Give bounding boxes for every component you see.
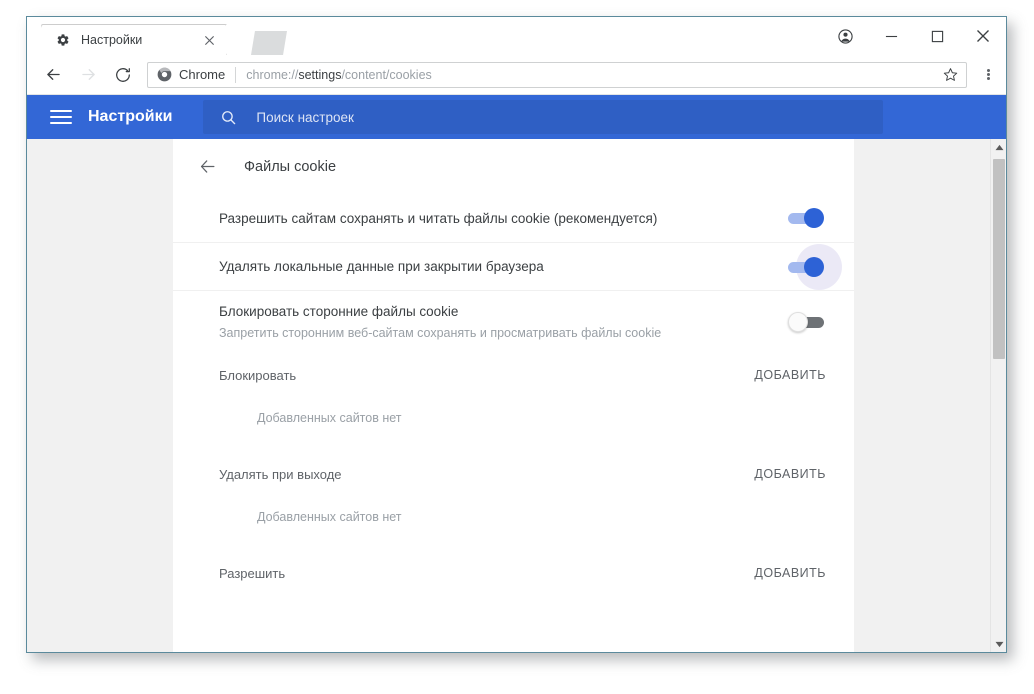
- search-icon: [219, 108, 238, 127]
- scrollbar-up-arrow[interactable]: [991, 139, 1006, 156]
- exception-title: Разрешить: [219, 565, 286, 581]
- back-button[interactable]: [38, 60, 68, 90]
- omnibox-url-text: chrome://settings/content/cookies: [246, 68, 939, 82]
- scrollbar-thumb[interactable]: [993, 159, 1005, 359]
- content-scrollbar[interactable]: [990, 139, 1006, 652]
- toggle-knob: [788, 311, 808, 332]
- back-arrow-icon[interactable]: [195, 155, 219, 179]
- profile-avatar-icon[interactable]: [822, 17, 868, 55]
- exception-section-clear-on-exit: Удалять при выходе ДОБАВИТЬ Добавленных …: [173, 451, 854, 550]
- chrome-logo-icon: [157, 67, 172, 82]
- new-tab-button[interactable]: [251, 31, 287, 55]
- exception-empty-note: Добавленных сайтов нет: [257, 411, 402, 425]
- hamburger-icon[interactable]: [50, 108, 72, 126]
- exception-title: Удалять при выходе: [219, 466, 342, 482]
- forward-button[interactable]: [73, 60, 103, 90]
- add-button-block[interactable]: ДОБАВИТЬ: [750, 362, 830, 388]
- scrollbar-down-arrow[interactable]: [991, 636, 1006, 652]
- url-domain: settings: [298, 67, 342, 82]
- toggle-clear-on-exit[interactable]: [788, 243, 842, 290]
- exception-title: Блокировать: [219, 367, 297, 383]
- maximize-button[interactable]: [914, 17, 960, 55]
- tab-close-icon[interactable]: [200, 31, 218, 49]
- chrome-brand-label: Chrome: [179, 67, 226, 82]
- omnibox-divider: [235, 66, 237, 83]
- cookies-page-header: Файлы cookie: [173, 139, 854, 194]
- star-icon[interactable]: [939, 64, 961, 86]
- exception-header: Блокировать ДОБАВИТЬ: [173, 352, 854, 398]
- toggle-knob: [804, 256, 824, 277]
- setting-label: Удалять локальные данные при закрытии бр…: [219, 259, 544, 274]
- toggle-allow-cookies[interactable]: [788, 208, 824, 228]
- add-button-clear-on-exit[interactable]: ДОБАВИТЬ: [750, 461, 830, 487]
- settings-header: Настройки Поиск настроек: [27, 95, 1006, 139]
- window-controls: [822, 17, 1006, 55]
- close-button[interactable]: [960, 17, 1006, 55]
- exception-empty-note: Добавленных сайтов нет: [257, 510, 402, 524]
- url-path: /content/cookies: [341, 67, 432, 82]
- tab-strip: Настройки: [27, 17, 1006, 55]
- settings-title: Настройки: [88, 108, 173, 125]
- toggle-knob: [804, 208, 824, 228]
- settings-content-area: Файлы cookie Разрешить сайтам сохранять …: [27, 139, 1006, 652]
- exception-section-block: Блокировать ДОБАВИТЬ Добавленных сайтов …: [173, 352, 854, 451]
- minimize-button[interactable]: [868, 17, 914, 55]
- exception-header: Удалять при выходе ДОБАВИТЬ: [173, 451, 854, 497]
- setting-row-allow-cookies[interactable]: Разрешить сайтам сохранять и читать файл…: [173, 194, 854, 242]
- browser-toolbar: Chrome chrome://settings/content/cookies: [27, 55, 1006, 95]
- three-dot-menu-icon[interactable]: [975, 60, 1001, 90]
- exception-section-allow: Разрешить ДОБАВИТЬ: [173, 550, 854, 596]
- setting-row-block-third-party[interactable]: Блокировать сторонние файлы cookie Запре…: [173, 290, 854, 352]
- url-prefix: chrome://: [246, 67, 299, 82]
- reload-button[interactable]: [108, 60, 138, 90]
- setting-label: Разрешить сайтам сохранять и читать файл…: [219, 210, 658, 226]
- search-placeholder: Поиск настроек: [256, 109, 354, 125]
- setting-text: Блокировать сторонние файлы cookie Запре…: [219, 302, 768, 342]
- setting-text: Удалять локальные данные при закрытии бр…: [219, 257, 768, 276]
- exception-header: Разрешить ДОБАВИТЬ: [173, 550, 854, 596]
- add-button-allow[interactable]: ДОБАВИТЬ: [750, 560, 830, 586]
- setting-label: Блокировать сторонние файлы cookie: [219, 303, 459, 319]
- setting-sublabel: Запретить сторонним веб-сайтам сохранять…: [219, 325, 662, 340]
- page-title: Файлы cookie: [244, 158, 337, 175]
- settings-card: Файлы cookie Разрешить сайтам сохранять …: [173, 139, 854, 652]
- setting-text: Разрешить сайтам сохранять и читать файл…: [219, 209, 768, 228]
- setting-row-clear-on-exit[interactable]: Удалять локальные данные при закрытии бр…: [173, 242, 854, 290]
- tab-title: Настройки: [81, 33, 143, 47]
- chrome-brand-chip: Chrome: [148, 67, 225, 82]
- address-bar[interactable]: Chrome chrome://settings/content/cookies: [147, 61, 967, 88]
- toggle-block-third-party[interactable]: [788, 311, 824, 332]
- gear-icon: [55, 33, 70, 48]
- browser-window: Настройки Chrome chrome://settings/conte…: [26, 16, 1007, 653]
- search-input[interactable]: Поиск настроек: [203, 100, 884, 134]
- browser-tab[interactable]: Настройки: [41, 24, 227, 55]
